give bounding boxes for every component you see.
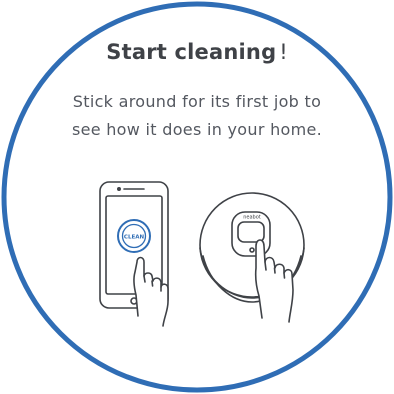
illustration: CLEAN neabot — [99, 181, 305, 327]
pointing-hand-icon — [133, 256, 169, 327]
clean-button-label: CLEAN — [124, 235, 145, 241]
clean-button[interactable]: CLEAN — [117, 219, 151, 253]
onboarding-card: Start cleaning! Stick around for its fir… — [0, 0, 394, 394]
pointing-hand-icon — [254, 239, 294, 323]
robot-brand-label: neabot — [243, 215, 261, 221]
